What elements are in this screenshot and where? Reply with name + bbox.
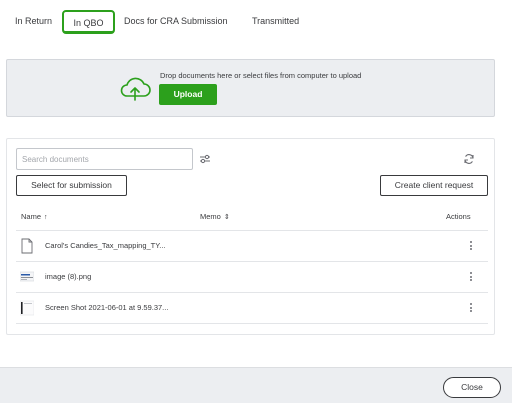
upload-instructions: Drop documents here or select files from… bbox=[160, 71, 362, 80]
column-header-memo-label: Memo bbox=[200, 212, 221, 221]
refresh-icon[interactable] bbox=[463, 153, 475, 165]
upload-button[interactable]: Upload bbox=[159, 84, 217, 105]
screenshot-thumbnail-icon bbox=[20, 300, 34, 316]
column-header-memo[interactable]: Memo ⇕ bbox=[200, 212, 230, 221]
column-header-name-label: Name bbox=[21, 212, 42, 221]
file-name[interactable]: Screen Shot 2021-06-01 at 9.59.37... bbox=[45, 303, 168, 312]
file-name[interactable]: image (8).png bbox=[45, 272, 91, 281]
table-row[interactable]: Screen Shot 2021-06-01 at 9.59.37... bbox=[16, 292, 488, 323]
create-client-request-button[interactable]: Create client request bbox=[380, 175, 488, 196]
tab-in-return[interactable]: In Return bbox=[15, 10, 52, 34]
table-divider bbox=[16, 323, 488, 324]
table-row[interactable]: Carol's Candies_Tax_mapping_TY... bbox=[16, 230, 488, 261]
filter-icon[interactable] bbox=[199, 153, 211, 165]
more-actions-icon[interactable] bbox=[468, 271, 474, 283]
document-icon bbox=[21, 238, 33, 254]
cloud-upload-icon bbox=[120, 77, 151, 101]
image-thumbnail-icon bbox=[20, 271, 34, 282]
more-actions-icon[interactable] bbox=[468, 240, 474, 252]
upload-drop-zone[interactable]: Drop documents here or select files from… bbox=[6, 59, 495, 117]
column-header-name[interactable]: Name ↑ bbox=[21, 212, 48, 221]
select-for-submission-button[interactable]: Select for submission bbox=[16, 175, 127, 196]
close-button[interactable]: Close bbox=[443, 377, 501, 398]
tab-transmitted[interactable]: Transmitted bbox=[252, 10, 299, 34]
column-header-actions: Actions bbox=[446, 212, 471, 221]
tab-docs-for-cra-submission[interactable]: Docs for CRA Submission bbox=[124, 10, 228, 34]
tab-in-qbo[interactable]: In QBO bbox=[62, 10, 115, 34]
modal-footer: Close bbox=[0, 367, 512, 403]
search-documents-input[interactable] bbox=[16, 148, 193, 170]
sort-ascending-icon: ↑ bbox=[44, 214, 48, 221]
table-row[interactable]: image (8).png bbox=[16, 261, 488, 292]
more-actions-icon[interactable] bbox=[468, 302, 474, 314]
file-name[interactable]: Carol's Candies_Tax_mapping_TY... bbox=[45, 241, 166, 250]
sort-toggle-icon: ⇕ bbox=[223, 214, 230, 221]
documents-panel: Select for submission Create client requ… bbox=[6, 138, 495, 335]
tab-bar: In Return In QBO Docs for CRA Submission… bbox=[0, 0, 512, 44]
